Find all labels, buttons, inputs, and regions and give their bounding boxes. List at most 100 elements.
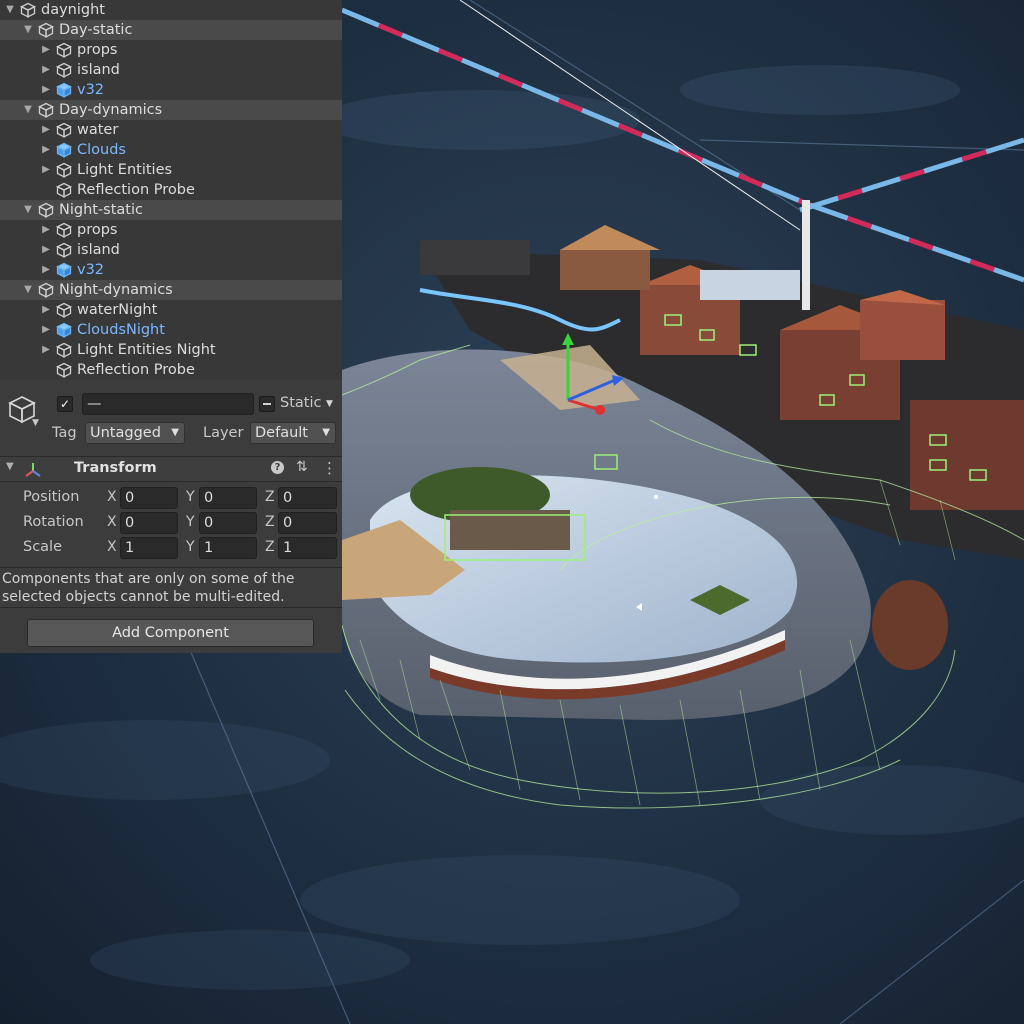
hierarchy-item-island[interactable]: ▶ island <box>0 240 342 260</box>
hierarchy-item-night-dynamics[interactable]: ▼ Night-dynamics <box>0 280 342 300</box>
position-row: Position X 0 Y 0 Z 0 <box>0 486 342 511</box>
expand-arrow-icon[interactable]: ▼ <box>4 0 16 20</box>
expand-arrow-icon[interactable]: ▼ <box>22 100 34 120</box>
transform-component-header[interactable]: ▼ Transform ? ⇅ ⋮ <box>0 456 342 482</box>
hierarchy-item-label: CloudsNight <box>77 322 165 338</box>
rotation-row: Rotation X 0 Y 0 Z 0 <box>0 511 342 536</box>
add-component-button[interactable]: Add Component <box>27 619 314 647</box>
hierarchy-item-label: Night-dynamics <box>59 282 173 298</box>
position-z-axis-label[interactable]: Z <box>265 489 275 505</box>
hierarchy-item-label: water <box>77 122 119 138</box>
transform-title: Transform <box>74 460 157 476</box>
scale-y-field[interactable]: 1 <box>199 537 257 559</box>
hierarchy-item-label: waterNight <box>77 302 158 318</box>
hierarchy-item-day-dynamics[interactable]: ▼ Day-dynamics <box>0 100 342 120</box>
hierarchy-item-label: Night-static <box>59 202 143 218</box>
hierarchy-item-label: Light Entities Night <box>77 342 216 358</box>
hierarchy-item-label: Clouds <box>77 142 126 158</box>
scale-x-axis-label[interactable]: X <box>107 539 117 555</box>
inspector-panel: ▼ ✓ — Static ▼ Tag Untagged ▼ Layer Defa… <box>0 380 342 653</box>
divider <box>0 607 342 608</box>
collapsed-arrow-icon[interactable]: ▶ <box>40 220 52 240</box>
collapsed-arrow-icon[interactable]: ▶ <box>40 340 52 360</box>
hierarchy-item-props[interactable]: ▶ props <box>0 220 342 240</box>
collapsed-arrow-icon[interactable]: ▶ <box>40 160 52 180</box>
object-name-field[interactable]: — <box>82 393 254 415</box>
position-label[interactable]: Position <box>23 489 79 505</box>
hierarchy-item-day-static[interactable]: ▼ Day-static <box>0 20 342 40</box>
gameobject-cube-icon <box>38 22 54 38</box>
static-checkbox[interactable] <box>259 396 275 412</box>
hierarchy-item-label: Reflection Probe <box>77 182 195 198</box>
scale-x-field[interactable]: 1 <box>120 537 178 559</box>
position-x-field[interactable]: 0 <box>120 487 178 509</box>
static-caret-icon[interactable]: ▼ <box>326 399 333 409</box>
position-y-field[interactable]: 0 <box>199 487 257 509</box>
hierarchy-item-v32[interactable]: ▶ v32 <box>0 260 342 280</box>
gameobject-cube-icon <box>38 282 54 298</box>
rotation-y-axis-label[interactable]: Y <box>186 514 195 530</box>
prefab-cube-icon <box>56 262 72 278</box>
position-x-axis-label[interactable]: X <box>107 489 117 505</box>
gameobject-cube-icon <box>38 102 54 118</box>
hierarchy-item-v32[interactable]: ▶ v32 <box>0 80 342 100</box>
rotation-label[interactable]: Rotation <box>23 514 84 530</box>
hierarchy-item-water[interactable]: ▶ water <box>0 120 342 140</box>
hierarchy-item-reflection-probe[interactable]: Reflection Probe <box>0 180 342 200</box>
check-icon: ✓ <box>59 397 71 411</box>
hierarchy-item-light-entities-night[interactable]: ▶ Light Entities Night <box>0 340 342 360</box>
collapsed-arrow-icon[interactable]: ▶ <box>40 320 52 340</box>
help-icon[interactable]: ? <box>271 461 284 474</box>
hierarchy-item-label: props <box>77 42 118 58</box>
hierarchy-item-daynight[interactable]: ▼ daynight <box>0 0 342 20</box>
hierarchy-panel: ▼ daynight ▼ Day-static ▶ props ▶ island ▶ v32 ▼ Da… <box>0 0 342 380</box>
scale-z-field[interactable]: 1 <box>278 537 337 559</box>
hierarchy-item-light-entities[interactable]: ▶ Light Entities <box>0 160 342 180</box>
collapsed-arrow-icon[interactable]: ▶ <box>40 260 52 280</box>
scale-row: Scale X 1 Y 1 Z 1 <box>0 536 342 561</box>
scale-z-axis-label[interactable]: Z <box>265 539 275 555</box>
hierarchy-item-waternight[interactable]: ▶ waterNight <box>0 300 342 320</box>
scale-y-axis-label[interactable]: Y <box>186 539 195 555</box>
tag-dropdown-value: Untagged <box>90 425 161 441</box>
hierarchy-item-label: island <box>77 62 120 78</box>
hierarchy-item-island[interactable]: ▶ island <box>0 60 342 80</box>
hierarchy-item-reflection-probe[interactable]: Reflection Probe <box>0 360 342 380</box>
hierarchy-item-label: v32 <box>77 82 105 98</box>
scale-label[interactable]: Scale <box>23 539 62 555</box>
hierarchy-item-props[interactable]: ▶ props <box>0 40 342 60</box>
collapsed-arrow-icon[interactable]: ▶ <box>40 240 52 260</box>
rotation-x-field[interactable]: 0 <box>120 512 178 534</box>
collapsed-arrow-icon[interactable]: ▶ <box>40 300 52 320</box>
component-menu-icon[interactable]: ⋮ <box>322 459 337 477</box>
gameobject-cube-icon <box>56 182 72 198</box>
cable-pylon <box>802 200 810 310</box>
hierarchy-item-cloudsnight[interactable]: ▶ CloudsNight <box>0 320 342 340</box>
position-y-axis-label[interactable]: Y <box>186 489 195 505</box>
active-checkbox[interactable]: ✓ <box>57 396 73 412</box>
presets-icon[interactable]: ⇅ <box>296 459 308 475</box>
hierarchy-item-clouds[interactable]: ▶ Clouds <box>0 140 342 160</box>
collapsed-arrow-icon[interactable]: ▶ <box>40 80 52 100</box>
collapsed-arrow-icon[interactable]: ▶ <box>40 120 52 140</box>
rotation-z-axis-label[interactable]: Z <box>265 514 275 530</box>
tag-dropdown[interactable]: Untagged ▼ <box>85 422 185 444</box>
expand-arrow-icon[interactable]: ▼ <box>22 280 34 300</box>
rotation-z-field[interactable]: 0 <box>278 512 337 534</box>
static-label[interactable]: Static <box>280 395 321 411</box>
layer-dropdown[interactable]: Default ▼ <box>250 422 336 444</box>
expand-arrow-icon[interactable]: ▼ <box>22 200 34 220</box>
rotation-y-field[interactable]: 0 <box>199 512 257 534</box>
transform-fold-icon[interactable]: ▼ <box>6 461 14 472</box>
position-z-field[interactable]: 0 <box>278 487 337 509</box>
rotation-x-axis-label[interactable]: X <box>107 514 117 530</box>
collapsed-arrow-icon[interactable]: ▶ <box>40 40 52 60</box>
multi-edit-note: Components that are only on some of the … <box>2 571 295 605</box>
icon-picker-caret-icon[interactable]: ▼ <box>32 418 39 428</box>
gameobject-cube-icon <box>20 2 36 18</box>
expand-arrow-icon[interactable]: ▼ <box>22 20 34 40</box>
hierarchy-item-night-static[interactable]: ▼ Night-static <box>0 200 342 220</box>
collapsed-arrow-icon[interactable]: ▶ <box>40 60 52 80</box>
gameobject-cube-icon <box>56 162 72 178</box>
collapsed-arrow-icon[interactable]: ▶ <box>40 140 52 160</box>
